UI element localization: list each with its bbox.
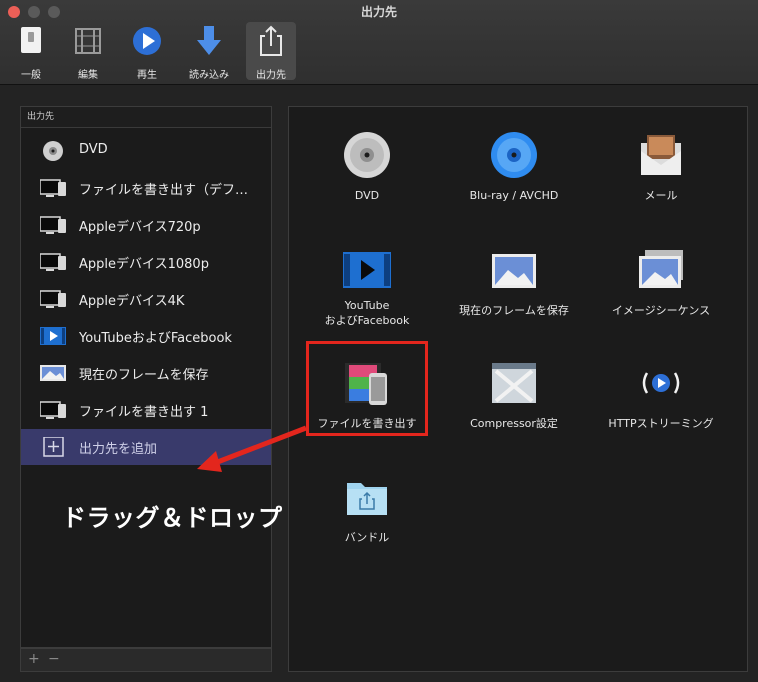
drag-arrow-icon: [197, 425, 307, 472]
drag-and-drop-annotation: ドラッグ＆ドロップ: [62, 504, 283, 532]
